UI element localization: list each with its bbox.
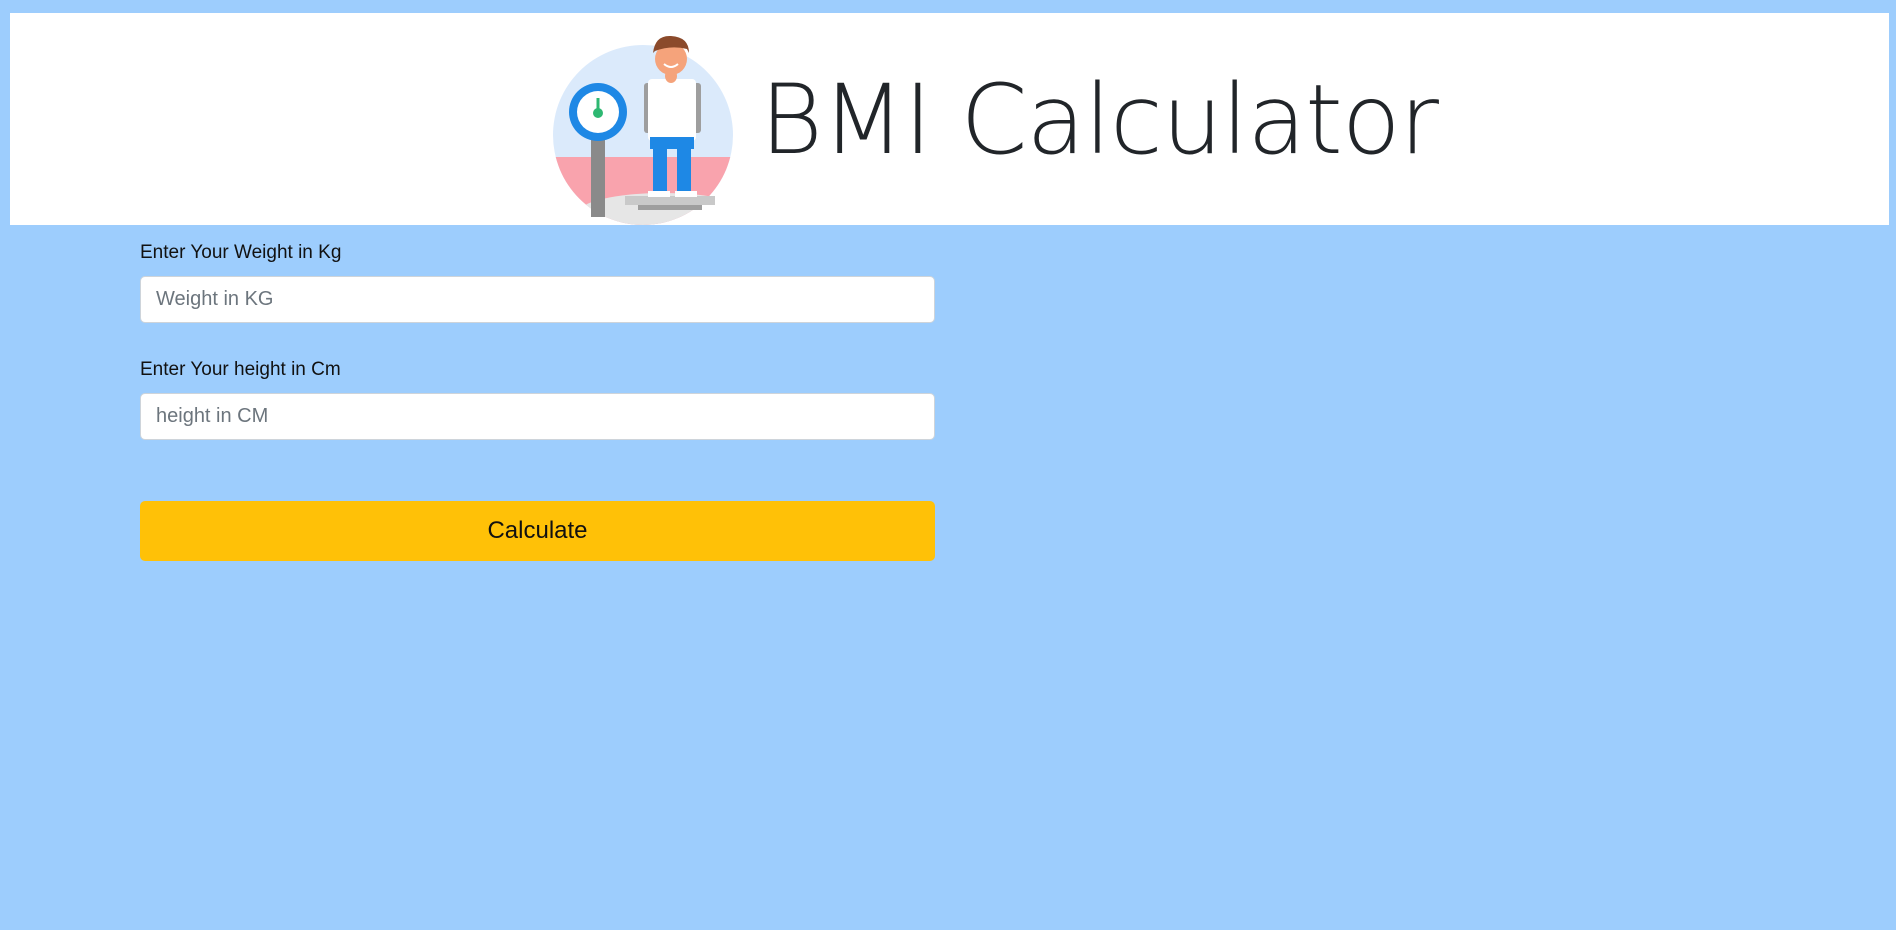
person-on-scale-icon [553,35,733,225]
calculate-button[interactable]: Calculate [140,501,935,561]
page-title: BMI Calculator [760,64,1439,176]
height-label: Enter Your height in Cm [140,359,341,380]
header: BMI Calculator [10,13,1889,225]
height-input[interactable] [140,393,935,440]
weight-label: Enter Your Weight in Kg [140,242,342,263]
page: BMI Calculator Enter Your Weight in Kg E… [0,0,1896,930]
weight-input[interactable] [140,276,935,323]
